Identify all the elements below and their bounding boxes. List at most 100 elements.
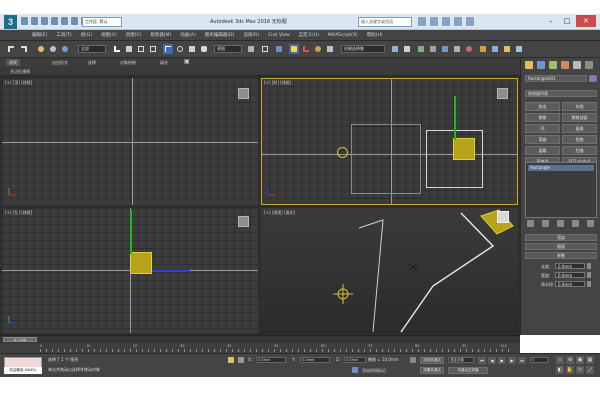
user-icon[interactable]	[442, 17, 450, 26]
gizmo-y-axis[interactable]	[130, 210, 132, 254]
corner-radius-input[interactable]: 0.0mm	[555, 281, 585, 287]
hierarchy-tab-icon[interactable]	[549, 61, 557, 69]
add-time-tag[interactable]: 添加时间标记	[362, 368, 386, 374]
y-coordinate-field[interactable]: 0.0mm	[300, 357, 330, 363]
z-coordinate-field[interactable]: 0.0mm	[344, 357, 366, 363]
configure-sets-icon[interactable]	[587, 220, 594, 227]
show-end-result-icon[interactable]	[542, 220, 549, 227]
reference-coordinate-select[interactable]: 视图	[214, 45, 242, 53]
material-editor-icon[interactable]	[464, 44, 474, 54]
utilities-tab-icon[interactable]	[585, 61, 593, 69]
goto-start-button[interactable]: ⏮	[478, 357, 486, 364]
star-icon[interactable]	[430, 17, 438, 26]
menu-item-create[interactable]: 创建(C)	[126, 32, 142, 38]
unlink-icon[interactable]	[48, 44, 58, 54]
viewcube-icon[interactable]	[497, 211, 509, 223]
menu-item-tools[interactable]: 工具(T)	[56, 32, 71, 38]
ribbon-toggle-icon[interactable]	[428, 44, 438, 54]
modifier-button[interactable]: 挤出	[525, 102, 560, 111]
help-icon[interactable]	[466, 17, 474, 26]
menu-item-animation[interactable]: 动画(A)	[180, 32, 196, 38]
render-production-icon[interactable]	[502, 44, 512, 54]
track-bar[interactable]: 0 10 20 30 40 50 60 70 80 90 100	[0, 343, 520, 353]
snap-toggle-button[interactable]	[289, 44, 299, 54]
corner-radius-spinner[interactable]	[587, 281, 591, 287]
stack-item-rectangle[interactable]: Rectangle	[528, 165, 594, 171]
ribbon-sub-label[interactable]: 多边形建模	[10, 69, 30, 75]
modifier-button[interactable]: 倒角剖面	[562, 113, 597, 122]
select-object-icon[interactable]	[112, 44, 122, 54]
select-and-rotate-icon[interactable]	[175, 44, 185, 54]
modifier-button[interactable]: 弯曲	[525, 135, 560, 144]
maximize-button[interactable]: □	[560, 15, 574, 27]
exchange-icon[interactable]	[454, 17, 462, 26]
workspace-select[interactable]: 工作区: 默认	[82, 17, 122, 27]
viewport-label[interactable]: [+] [前] [线框]	[264, 80, 291, 86]
menu-item-maxscript[interactable]: MAXScript(X)	[328, 33, 358, 38]
menu-item-views[interactable]: 视图(V)	[101, 32, 117, 38]
link-icon[interactable]	[36, 44, 46, 54]
layer-explorer-icon[interactable]	[416, 44, 426, 54]
object-color-swatch[interactable]	[589, 75, 597, 82]
window-crossing-icon[interactable]	[148, 44, 158, 54]
select-by-name-icon[interactable]	[124, 44, 134, 54]
select-and-move-button[interactable]	[163, 44, 173, 54]
x-coordinate-field[interactable]: 0.0mm	[256, 357, 286, 363]
viewcube-icon[interactable]	[238, 88, 249, 99]
viewport-label[interactable]: [+] [左] [线框]	[5, 210, 32, 216]
project-folder-icon[interactable]	[71, 17, 78, 25]
current-frame-field[interactable]: 0	[530, 357, 548, 363]
key-filters-button[interactable]: 关键点过滤器	[448, 367, 488, 374]
maxscript-label[interactable]: 欢迎使用 MAXSc	[4, 367, 42, 374]
length-spinner[interactable]	[587, 263, 591, 269]
width-spinner[interactable]	[587, 272, 591, 278]
app-logo[interactable]: 3	[4, 15, 17, 29]
zoom-all-icon[interactable]: ⊕	[566, 356, 574, 364]
menu-item-rendering[interactable]: 渲染(R)	[243, 32, 259, 38]
spinner-snap-icon[interactable]	[325, 44, 335, 54]
tab-freeform[interactable]: 自由形式	[52, 60, 68, 66]
prev-frame-button[interactable]: ◀	[488, 357, 496, 364]
selected-select[interactable]: 选定对象	[448, 357, 474, 363]
minimize-button[interactable]: –	[544, 15, 558, 27]
display-tab-icon[interactable]	[573, 61, 581, 69]
schematic-view-icon[interactable]	[452, 44, 462, 54]
modify-tab-icon[interactable]	[537, 61, 545, 69]
viewcube-icon[interactable]	[497, 88, 508, 99]
new-file-icon[interactable]	[21, 17, 28, 25]
rollout-interpolation[interactable]: 插值	[525, 243, 597, 250]
set-key-button[interactable]: 设置关键点	[420, 367, 444, 374]
ribbon-options-icon[interactable]: ▣	[184, 58, 190, 65]
viewport-left[interactable]: [+] [左] [线框]	[2, 208, 258, 333]
rectangle-shape-outline[interactable]	[351, 124, 421, 194]
menu-item-civil-view[interactable]: Civil View	[268, 33, 290, 38]
viewport-perspective[interactable]: [+] [透视] [真实]	[261, 208, 518, 333]
lock-selection-icon[interactable]	[228, 357, 234, 363]
tab-object-paint[interactable]: 对象绘制	[120, 60, 136, 66]
rendered-frame-icon[interactable]	[490, 44, 500, 54]
length-input[interactable]: 0.0mm	[555, 263, 585, 269]
autokey-button[interactable]: 自动关键点	[420, 357, 444, 364]
modifier-list-select[interactable]: 修改器列表	[525, 90, 597, 97]
menu-item-modifiers[interactable]: 修改器(M)	[150, 32, 171, 38]
binoculars-icon[interactable]	[418, 17, 426, 26]
viewcube-icon[interactable]	[238, 216, 249, 227]
tab-selection[interactable]: 选择	[88, 60, 96, 66]
redo-icon[interactable]	[61, 17, 68, 25]
rollout-parameters[interactable]: 参数	[525, 252, 597, 259]
width-input[interactable]: 0.0mm	[555, 272, 585, 278]
named-selection-set-select[interactable]: 创建选择集	[341, 45, 385, 53]
align-icon[interactable]	[402, 44, 412, 54]
search-input[interactable]: 键入关键字或短语	[358, 17, 412, 27]
zoom-icon[interactable]: ⌕	[556, 356, 564, 364]
curve-editor-icon[interactable]	[440, 44, 450, 54]
modifier-button[interactable]: 晶格	[562, 124, 597, 133]
orbit-icon[interactable]: ↻	[576, 366, 584, 374]
play-button[interactable]: ▶	[498, 357, 506, 364]
modifier-stack[interactable]: Rectangle	[525, 162, 597, 218]
menu-item-customize[interactable]: 自定义(U)	[299, 32, 319, 38]
absolute-mode-icon[interactable]	[238, 357, 244, 363]
rectangular-selection-icon[interactable]	[136, 44, 146, 54]
pivot-center-icon[interactable]	[246, 44, 256, 54]
gizmo-z-axis[interactable]	[152, 270, 190, 272]
